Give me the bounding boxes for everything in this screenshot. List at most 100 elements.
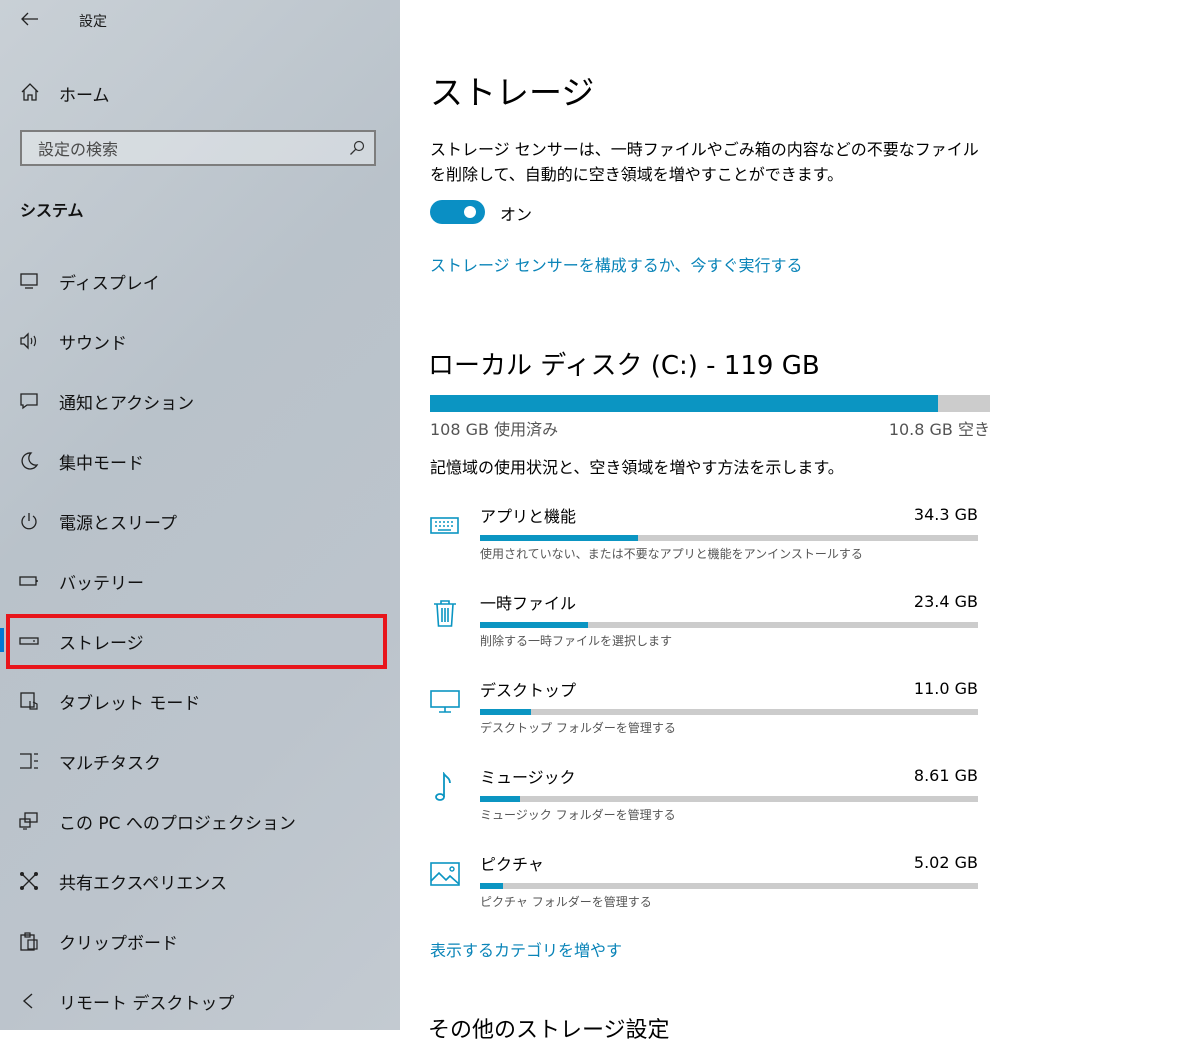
disk-title: ローカル ディスク (C:) - 119 GB (428, 351, 820, 381)
category-size: 5.02 GB (913, 853, 978, 872)
sidebar-item-projection[interactable]: この PC へのプロジェクション (0, 790, 400, 850)
storage-sensor-toggle[interactable] (430, 200, 485, 224)
notification-icon (20, 393, 38, 410)
category-size: 8.61 GB (913, 766, 978, 785)
category-bar-fill (480, 883, 503, 889)
category-pictures[interactable]: ピクチャ 5.02 GB ピクチャ フォルダーを管理する (400, 848, 1202, 935)
category-size: 23.4 GB (913, 592, 978, 611)
home-icon (21, 83, 39, 101)
category-bar (480, 622, 978, 628)
sidebar-item-label: クリップボード (59, 934, 178, 954)
search-icon[interactable] (349, 140, 365, 156)
category-bar (480, 796, 978, 802)
storage-sensor-description: ストレージ センサーは、一時ファイルやごみ箱の内容などの不要なファイルを削除して… (430, 140, 979, 184)
category-bar-fill (480, 535, 639, 541)
sidebar-item-tablet-mode[interactable]: タブレット モード (0, 670, 400, 730)
sidebar-item-clipboard[interactable]: クリップボード (0, 910, 400, 970)
remote-desktop-icon (22, 993, 33, 1009)
category-description: ミュージック フォルダーを管理する (480, 808, 676, 822)
category-list: アプリと機能 34.3 GB 使用されていない、または不要なアプリと機能をアンイ… (400, 500, 1202, 935)
category-description: ピクチャ フォルダーを管理する (480, 895, 652, 909)
usage-description: 記憶域の使用状況と、空き領域を増やす方法を示します。 (430, 458, 844, 477)
sidebar-item-battery[interactable]: バッテリー (0, 550, 400, 610)
sidebar-item-label: 共有エクスペリエンス (59, 874, 227, 894)
selected-indicator (0, 628, 4, 652)
category-description: 削除する一時ファイルを選択します (480, 634, 673, 648)
shared-experience-icon (20, 872, 38, 890)
sidebar-item-remote-desktop[interactable]: リモート デスクトップ (0, 970, 400, 1030)
sidebar-item-label: リモート デスクトップ (59, 994, 235, 1014)
category-name: 一時ファイル (480, 594, 577, 613)
disk-free-label: 10.8 GB 空き (888, 420, 990, 439)
sidebar-item-multitasking[interactable]: マルチタスク (0, 730, 400, 790)
category-apps[interactable]: アプリと機能 34.3 GB 使用されていない、または不要なアプリと機能をアンイ… (400, 500, 1202, 587)
page-title: ストレージ (430, 73, 595, 112)
sidebar-item-power-sleep[interactable]: 電源とスリープ (0, 490, 400, 550)
category-name: デスクトップ (480, 681, 577, 700)
toggle-label: オン (500, 205, 533, 224)
category-temp-files[interactable]: 一時ファイル 23.4 GB 削除する一時ファイルを選択します (400, 587, 1202, 674)
storage-icon (19, 637, 39, 645)
sidebar-item-display[interactable]: ディスプレイ (0, 250, 400, 310)
category-bar (480, 709, 978, 715)
category-bar (480, 535, 978, 541)
category-name: アプリと機能 (480, 507, 577, 526)
sidebar-item-label: ストレージ (59, 634, 144, 654)
sidebar-item-label: ホーム (59, 86, 110, 106)
power-icon (21, 513, 37, 530)
disk-usage-fill (430, 395, 939, 412)
sidebar-item-shared-experiences[interactable]: 共有エクスペリエンス (0, 850, 400, 910)
sidebar-item-label: バッテリー (59, 574, 144, 594)
sidebar-item-label: 通知とアクション (59, 394, 195, 414)
sidebar-item-notifications[interactable]: 通知とアクション (0, 370, 400, 430)
sidebar-item-label: タブレット モード (59, 694, 201, 714)
sidebar-item-label: ディスプレイ (59, 274, 160, 294)
category-size: 11.0 GB (913, 679, 978, 698)
music-note-icon (435, 772, 451, 801)
category-size: 34.3 GB (913, 505, 978, 524)
category-desktop[interactable]: デスクトップ 11.0 GB デスクトップ フォルダーを管理する (400, 674, 1202, 761)
sidebar: 設定 ホーム システム ディスプレイ サウンド 通知とアクション 集中モード (0, 0, 400, 1030)
configure-storage-sensor-link[interactable]: ストレージ センサーを構成するか、今すぐ実行する (430, 252, 802, 276)
toggle-knob (464, 206, 476, 218)
sidebar-item-label: マルチタスク (59, 754, 161, 774)
disk-used-label: 108 GB 使用済み (430, 420, 559, 439)
tablet-mode-icon (20, 692, 38, 710)
sidebar-item-label: 集中モード (59, 454, 144, 474)
back-arrow-icon (21, 12, 38, 26)
sidebar-item-sound[interactable]: サウンド (0, 310, 400, 370)
multitask-icon (20, 753, 38, 769)
sidebar-item-label: この PC へのプロジェクション (59, 814, 296, 834)
category-bar-fill (480, 709, 531, 715)
trash-icon (434, 600, 456, 627)
search-input[interactable] (36, 137, 340, 161)
category-bar (480, 883, 978, 889)
disk-usage-bar (430, 395, 990, 412)
sidebar-item-focus-assist[interactable]: 集中モード (0, 430, 400, 490)
speaker-icon (20, 332, 37, 350)
sidebar-item-label: 電源とスリープ (59, 514, 177, 534)
category-bar-fill (480, 622, 588, 628)
moon-icon (21, 452, 39, 470)
battery-icon (19, 576, 38, 586)
title-bar: 設定 (0, 0, 400, 40)
sidebar-item-storage[interactable]: ストレージ (0, 610, 400, 670)
category-name: ピクチャ (480, 855, 544, 874)
category-bar-fill (480, 796, 520, 802)
category-music[interactable]: ミュージック 8.61 GB ミュージック フォルダーを管理する (400, 761, 1202, 848)
monitor-icon (430, 690, 460, 713)
show-more-categories-link[interactable]: 表示するカテゴリを増やす (430, 937, 622, 961)
projection-icon (19, 812, 38, 830)
clipboard-icon (20, 932, 38, 951)
category-description: 使用されていない、または不要なアプリと機能をアンインストールする (480, 547, 863, 561)
picture-icon (430, 862, 460, 886)
main-content: ストレージ ストレージ センサーは、一時ファイルやごみ箱の内容などの不要なファイ… (400, 0, 1202, 1043)
group-label-system: システム (20, 201, 84, 220)
category-description: デスクトップ フォルダーを管理する (480, 721, 676, 735)
app-title: 設定 (79, 14, 107, 30)
sidebar-item-home[interactable]: ホーム (0, 72, 400, 112)
back-button[interactable] (14, 6, 46, 34)
keyboard-icon (430, 517, 459, 534)
display-icon (20, 273, 38, 289)
search-box[interactable] (20, 130, 376, 166)
